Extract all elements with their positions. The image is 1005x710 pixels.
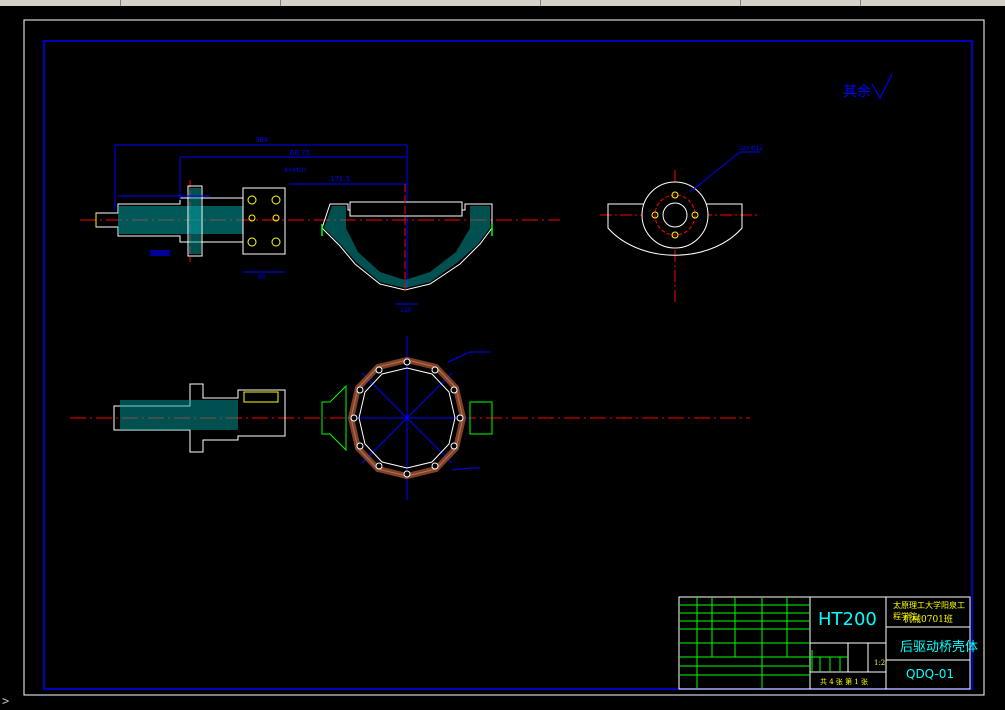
svg-text:4×M10: 4×M10 (284, 167, 306, 174)
drawing-number: QDQ-01 (906, 667, 955, 681)
school-line-2: 机械0701班 (903, 615, 953, 625)
svg-text:66.75: 66.75 (290, 149, 310, 157)
svg-text:171.5: 171.5 (330, 175, 350, 183)
end-view: 12×Φ12 (600, 145, 763, 305)
command-prompt[interactable]: > (2, 694, 9, 708)
svg-text:384: 384 (255, 136, 269, 144)
svg-text:120: 120 (400, 307, 412, 314)
part-name: 后驱动桥壳体 (900, 640, 979, 655)
svg-text:其余: 其余 (843, 83, 871, 100)
sheet-inner-border (43, 40, 973, 690)
material-label: HT200 (818, 609, 877, 630)
housing-plan-view (321, 336, 493, 500)
surface-note: 其余 (843, 73, 893, 100)
svg-text:12×Φ12: 12×Φ12 (738, 145, 763, 152)
sheet-outer-border (23, 19, 985, 696)
drawing-canvas[interactable]: 其余 384 66.75 171.5 4×M10 80 120 12×Φ12 (0, 6, 1005, 710)
svg-text:80: 80 (258, 274, 266, 281)
scale-value: 1:2 (874, 659, 886, 667)
sheet-info: 共 4 张 第 1 张 (820, 678, 869, 686)
